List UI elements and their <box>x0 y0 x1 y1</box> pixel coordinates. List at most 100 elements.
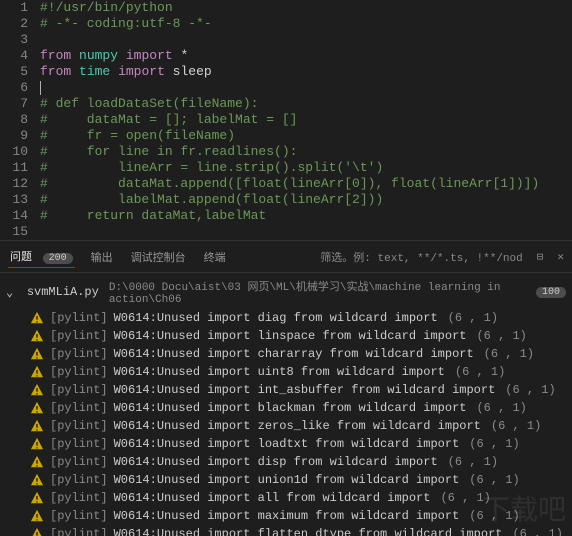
tab-debug-console[interactable]: 调试控制台 <box>129 246 188 268</box>
problem-location: (6 , 1) <box>491 419 541 433</box>
problem-message: W0614:Unused import linspace from wildca… <box>114 329 467 343</box>
code-line[interactable]: # return dataMat,labelMat <box>40 208 572 224</box>
line-number: 14 <box>0 208 28 224</box>
warning-icon <box>30 437 44 451</box>
warning-icon <box>30 491 44 505</box>
code-line[interactable] <box>40 224 572 240</box>
problem-item[interactable]: [pylint] W0614:Unused import linspace fr… <box>0 327 572 345</box>
problem-location: (6 , 1) <box>469 437 519 451</box>
problem-item[interactable]: [pylint] W0614:Unused import chararray f… <box>0 345 572 363</box>
line-number: 13 <box>0 192 28 208</box>
problem-message: W0614:Unused import zeros_like from wild… <box>114 419 481 433</box>
problem-source: [pylint] <box>50 365 108 379</box>
problem-message: W0614:Unused import diag from wildcard i… <box>114 311 438 325</box>
problem-item[interactable]: [pylint] W0614:Unused import union1d fro… <box>0 471 572 489</box>
tab-output[interactable]: 输出 <box>89 246 115 268</box>
problem-location: (6 , 1) <box>469 509 519 523</box>
panel-tabbar: 问题 200 输出 调试控制台 终端 筛选。例: text, **/*.ts, … <box>0 241 572 273</box>
problem-location: (6 , 1) <box>484 347 534 361</box>
line-number: 5 <box>0 64 28 80</box>
warning-icon <box>30 365 44 379</box>
problem-file-path: D:\0000 Docu\aist\03 网页\ML\机械学习\实战\machi… <box>109 278 524 306</box>
warning-icon <box>30 473 44 487</box>
code-area[interactable]: #!/usr/bin/python# -*- coding:utf-8 -*- f… <box>40 0 572 240</box>
problem-item[interactable]: [pylint] W0614:Unused import maximum fro… <box>0 507 572 525</box>
problems-list[interactable]: ⌄ svmMLiA.py D:\0000 Docu\aist\03 网页\ML\… <box>0 273 572 536</box>
problem-location: (6 , 1) <box>476 401 526 415</box>
problem-source: [pylint] <box>50 437 108 451</box>
line-number: 3 <box>0 32 28 48</box>
line-number: 4 <box>0 48 28 64</box>
warning-icon <box>30 401 44 415</box>
problem-source: [pylint] <box>50 347 108 361</box>
code-line[interactable] <box>40 32 572 48</box>
line-gutter: 123456789101112131415 <box>0 0 40 240</box>
problem-source: [pylint] <box>50 455 108 469</box>
code-line[interactable]: from numpy import * <box>40 48 572 64</box>
code-line[interactable]: # dataMat.append([float(lineArr[0]), flo… <box>40 176 572 192</box>
problem-location: (6 , 1) <box>448 455 498 469</box>
line-number: 10 <box>0 144 28 160</box>
code-line[interactable]: # lineArr = line.strip().split('\t') <box>40 160 572 176</box>
problem-message: W0614:Unused import all from wildcard im… <box>114 491 431 505</box>
problem-item[interactable]: [pylint] W0614:Unused import loadtxt fro… <box>0 435 572 453</box>
warning-icon <box>30 527 44 536</box>
chevron-down-icon[interactable]: ⌄ <box>6 285 15 300</box>
code-line[interactable] <box>40 80 572 96</box>
text-cursor <box>40 81 41 95</box>
problem-source: [pylint] <box>50 419 108 433</box>
problem-item[interactable]: [pylint] W0614:Unused import blackman fr… <box>0 399 572 417</box>
problem-item[interactable]: [pylint] W0614:Unused import disp from w… <box>0 453 572 471</box>
code-line[interactable]: # labelMat.append(float(lineArr[2])) <box>40 192 572 208</box>
problem-message: W0614:Unused import flatten_dtype from w… <box>114 527 503 536</box>
tab-terminal[interactable]: 终端 <box>202 246 228 268</box>
problem-location: (6 , 1) <box>448 311 498 325</box>
code-line[interactable]: # for line in fr.readlines(): <box>40 144 572 160</box>
problem-message: W0614:Unused import union1d from wildcar… <box>114 473 460 487</box>
line-number: 9 <box>0 128 28 144</box>
problem-item[interactable]: [pylint] W0614:Unused import flatten_dty… <box>0 525 572 536</box>
line-number: 2 <box>0 16 28 32</box>
problem-location: (6 , 1) <box>440 491 490 505</box>
warning-icon <box>30 383 44 397</box>
code-line[interactable]: #!/usr/bin/python <box>40 0 572 16</box>
problems-count-badge: 200 <box>43 253 73 264</box>
warning-icon <box>30 347 44 361</box>
line-number: 1 <box>0 0 28 16</box>
problem-source: [pylint] <box>50 401 108 415</box>
tab-problems-label: 问题 <box>10 252 32 264</box>
code-line[interactable]: from time import sleep <box>40 64 572 80</box>
problem-source: [pylint] <box>50 491 108 505</box>
problem-location: (6 , 1) <box>476 329 526 343</box>
problem-message: W0614:Unused import blackman from wildca… <box>114 401 467 415</box>
problem-item[interactable]: [pylint] W0614:Unused import int_asbuffe… <box>0 381 572 399</box>
problem-message: W0614:Unused import maximum from wildcar… <box>114 509 460 523</box>
bottom-panel: 问题 200 输出 调试控制台 终端 筛选。例: text, **/*.ts, … <box>0 240 572 536</box>
line-number: 11 <box>0 160 28 176</box>
warning-icon <box>30 329 44 343</box>
collapse-all-icon[interactable]: ⊟ <box>537 250 544 264</box>
code-line[interactable]: # fr = open(fileName) <box>40 128 572 144</box>
warning-icon <box>30 311 44 325</box>
problem-item[interactable]: [pylint] W0614:Unused import diag from w… <box>0 309 572 327</box>
problem-item[interactable]: [pylint] W0614:Unused import all from wi… <box>0 489 572 507</box>
line-number: 12 <box>0 176 28 192</box>
problem-file-row[interactable]: ⌄ svmMLiA.py D:\0000 Docu\aist\03 网页\ML\… <box>0 275 572 309</box>
problem-source: [pylint] <box>50 509 108 523</box>
close-panel-icon[interactable]: ✕ <box>557 250 564 264</box>
code-line[interactable]: # def loadDataSet(fileName): <box>40 96 572 112</box>
problem-item[interactable]: [pylint] W0614:Unused import zeros_like … <box>0 417 572 435</box>
code-line[interactable]: # -*- coding:utf-8 -*- <box>40 16 572 32</box>
code-editor[interactable]: 123456789101112131415 #!/usr/bin/python#… <box>0 0 572 240</box>
filter-input[interactable]: 筛选。例: text, **/*.ts, !**/nod <box>320 249 522 265</box>
problem-message: W0614:Unused import int_asbuffer from wi… <box>114 383 496 397</box>
code-line[interactable]: # dataMat = []; labelMat = [] <box>40 112 572 128</box>
tab-problems[interactable]: 问题 200 <box>8 245 75 268</box>
problem-location: (6 , 1) <box>512 527 562 536</box>
line-number: 15 <box>0 224 28 240</box>
problem-location: (6 , 1) <box>469 473 519 487</box>
problem-source: [pylint] <box>50 383 108 397</box>
problem-file-name: svmMLiA.py <box>27 285 99 299</box>
line-number: 6 <box>0 80 28 96</box>
problem-item[interactable]: [pylint] W0614:Unused import uint8 from … <box>0 363 572 381</box>
